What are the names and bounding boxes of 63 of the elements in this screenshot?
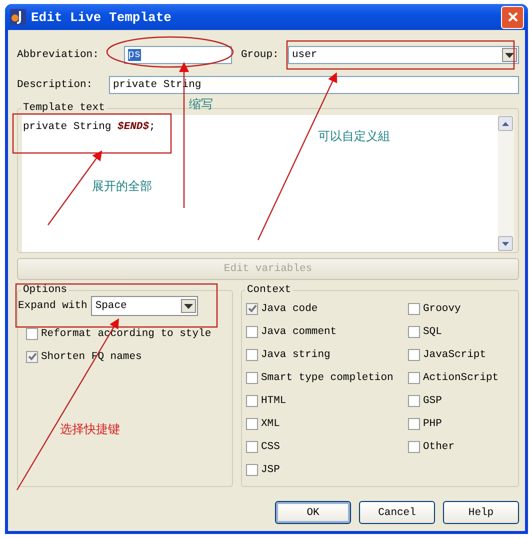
checkbox-label[interactable]: GSP	[423, 394, 442, 406]
close-button[interactable]	[501, 6, 524, 28]
checkbox-label[interactable]: Java code	[261, 302, 318, 314]
dialog-button[interactable]: OK	[275, 501, 351, 524]
checkbox-label[interactable]: Other	[423, 440, 455, 452]
up-arrow-icon	[502, 122, 509, 126]
template-text-line: private String $END$;	[22, 120, 156, 135]
dropdown-button[interactable]	[181, 299, 196, 313]
group-dropdown[interactable]: user	[288, 46, 519, 64]
checkbox[interactable]	[246, 418, 258, 430]
app-icon	[10, 9, 26, 25]
dialog-button[interactable]: Cancel	[359, 501, 435, 524]
checkbox-label[interactable]: XML	[261, 418, 280, 430]
checkbox[interactable]	[246, 372, 258, 384]
checkbox-label[interactable]: Java string	[261, 348, 330, 360]
annotation-text: 可以自定义組	[318, 128, 390, 145]
checkbox[interactable]	[408, 440, 420, 452]
field-label: Description:	[17, 79, 94, 91]
caret-icon	[505, 52, 514, 58]
expand-with-dropdown[interactable]: Space	[91, 296, 198, 316]
field-label: Abbreviation:	[17, 49, 100, 61]
checkbox[interactable]	[408, 394, 420, 406]
checkbox-label[interactable]: JSP	[261, 464, 280, 476]
dropdown-button[interactable]	[502, 48, 517, 62]
annotation-text: 缩写	[189, 96, 213, 113]
checkbox[interactable]	[408, 302, 420, 314]
annotation-text: 选择快捷键	[60, 421, 120, 438]
checkbox-label[interactable]: Smart type completion	[261, 372, 394, 384]
caret-icon	[184, 304, 194, 308]
scroll-down-button[interactable]	[498, 236, 513, 251]
checkbox[interactable]	[246, 464, 258, 476]
checkbox-label[interactable]: ActionScript	[423, 372, 499, 384]
checkbox-label[interactable]: CSS	[261, 440, 280, 452]
close-icon	[508, 12, 518, 22]
checkbox[interactable]	[408, 372, 420, 384]
checkbox[interactable]	[408, 326, 420, 338]
checkbox[interactable]	[246, 348, 258, 360]
window-title: Edit Live Template	[31, 10, 172, 24]
checkbox[interactable]	[408, 348, 420, 360]
checkbox-label[interactable]: Groovy	[423, 302, 461, 314]
annotation-text: 展开的全部	[92, 178, 152, 195]
group-title: Options	[22, 284, 68, 296]
checkbox-label[interactable]: HTML	[261, 394, 286, 406]
field-label: Group:	[241, 49, 280, 61]
field-label: Expand with	[18, 300, 88, 312]
abbreviation-field[interactable]: ps	[124, 46, 232, 64]
checkbox-label[interactable]: Java comment	[261, 326, 337, 338]
down-arrow-icon	[502, 242, 509, 246]
checkbox[interactable]	[246, 394, 258, 406]
checkbox-label[interactable]: JavaScript	[423, 348, 486, 360]
checkbox-label[interactable]: PHP	[423, 418, 442, 430]
group-title: Context	[246, 284, 292, 296]
scrollbar[interactable]	[498, 115, 514, 252]
checkbox[interactable]	[26, 328, 38, 340]
checkbox[interactable]	[246, 326, 258, 338]
dialog-button[interactable]: Help	[443, 501, 519, 524]
checkbox[interactable]	[246, 440, 258, 452]
checkbox[interactable]	[26, 350, 38, 362]
checkbox[interactable]	[246, 302, 258, 314]
group-title: Template text	[22, 102, 106, 114]
scroll-up-button[interactable]	[498, 116, 513, 131]
checkbox[interactable]	[408, 418, 420, 430]
checkbox-label[interactable]: SQL	[423, 326, 442, 338]
